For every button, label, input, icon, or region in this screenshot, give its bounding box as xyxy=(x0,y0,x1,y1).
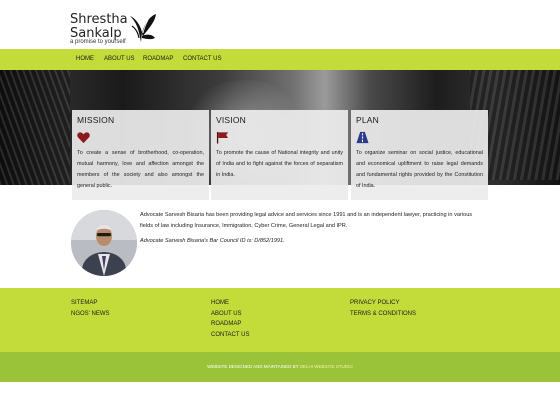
nav-about-us[interactable]: ABOUT US xyxy=(104,54,135,65)
logo-text-line1: Shrestha xyxy=(70,12,128,27)
mission-text: To create a sense of brotherhood, co-ope… xyxy=(77,150,204,189)
flag-icon xyxy=(216,131,229,144)
footer-link-home[interactable]: HOME xyxy=(211,298,229,308)
footer-link-privacy-policy[interactable]: PRIVACY POLICY xyxy=(350,298,399,308)
plan-text: To organize seminar on social justice, e… xyxy=(356,150,483,189)
vision-text: To promote the cause of National integri… xyxy=(216,150,343,178)
plan-title: PLAN xyxy=(356,115,380,125)
footer-link-contact-us[interactable]: CONTACT US xyxy=(211,330,249,340)
vision-title: VISION xyxy=(216,115,247,125)
site-header: Shrestha Sankalp a promise to yourself xyxy=(0,0,560,49)
site-footer: SITEMAP NGOS' NEWS HOME ABOUT US ROADMAP… xyxy=(0,288,560,352)
footer-link-about-us[interactable]: ABOUT US xyxy=(211,309,242,319)
credit-studio-link[interactable]: DELHI WEBSITE STUDIO xyxy=(300,364,353,369)
road-icon xyxy=(356,131,369,144)
vision-card: VISION To promote the cause of National … xyxy=(211,110,348,200)
site-logo[interactable]: Shrestha Sankalp a promise to yourself xyxy=(70,10,165,48)
bar-council-id: Advocate Sarvesh Bisaria's Bar Council I… xyxy=(140,238,285,244)
nav-home[interactable]: HOME xyxy=(76,54,94,65)
footer-bottom-bar: WEBSITE DESIGNED AND MAINTAINED BY DELHI… xyxy=(0,352,560,382)
person-illustration xyxy=(71,210,137,276)
logo-tagline: a promise to yourself xyxy=(70,39,126,45)
footer-link-sitemap[interactable]: SITEMAP xyxy=(71,298,97,308)
footer-link-ngos-news[interactable]: NGOS' NEWS xyxy=(71,309,109,319)
nav-contact-us[interactable]: CONTACT US xyxy=(183,54,221,65)
main-navbar: HOME ABOUT US ROADMAP CONTACT US xyxy=(0,49,560,70)
site-credit: WEBSITE DESIGNED AND MAINTAINED BY DELHI… xyxy=(0,362,560,372)
mission-title: MISSION xyxy=(77,115,115,125)
footer-link-terms[interactable]: TERMS & CONDITIONS xyxy=(350,309,416,319)
plan-card: PLAN To organize seminar on social justi… xyxy=(351,110,488,200)
footer-link-roadmap[interactable]: ROADMAP xyxy=(211,319,241,329)
nav-roadmap[interactable]: ROADMAP xyxy=(143,54,173,65)
advocate-photo xyxy=(71,210,137,276)
credit-prefix: WEBSITE DESIGNED AND MAINTAINED BY xyxy=(207,364,299,369)
mission-card: MISSION To create a sense of brotherhood… xyxy=(72,110,209,200)
hero-foliage-left xyxy=(0,70,70,185)
about-description: Advocate Sarvesh Bisaria has been provid… xyxy=(140,212,473,229)
heart-icon xyxy=(77,132,90,144)
butterfly-icon xyxy=(130,14,156,42)
